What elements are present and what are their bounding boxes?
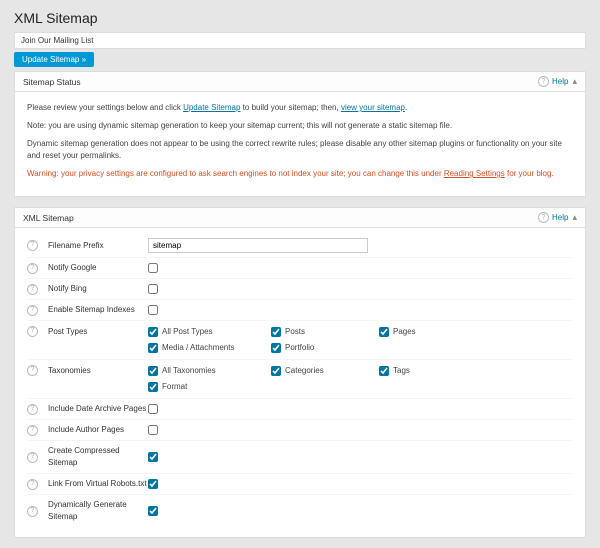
row-compressed: ? Create Compressed Sitemap xyxy=(27,441,573,474)
taxonomy-item: Tags xyxy=(379,365,479,377)
form-panel-body: ? Filename Prefix ? Notify Google ? Noti… xyxy=(14,228,586,538)
help-icon[interactable]: ? xyxy=(27,479,38,490)
taxonomy-checkbox-1[interactable] xyxy=(271,366,281,376)
mailing-list-notice[interactable]: Join Our Mailing List xyxy=(14,32,586,49)
help-icon[interactable]: ? xyxy=(27,425,38,436)
post-type-label: Pages xyxy=(393,326,416,338)
post-type-label: Media / Attachments xyxy=(162,342,234,354)
post-type-item: Pages xyxy=(379,326,479,338)
status-warning: Warning: your privacy settings are confi… xyxy=(27,168,573,180)
post-type-checkbox-0[interactable] xyxy=(148,327,158,337)
row-enable-indexes: ? Enable Sitemap Indexes xyxy=(27,300,573,321)
post-type-checkbox-2[interactable] xyxy=(379,327,389,337)
taxonomy-item: All Taxonomies xyxy=(148,365,263,377)
status-text-3: Dynamic sitemap generation does not appe… xyxy=(27,138,573,162)
taxonomy-checkbox-3[interactable] xyxy=(148,382,158,392)
reading-settings-link[interactable]: Reading Settings xyxy=(444,169,505,178)
row-notify-google: ? Notify Google xyxy=(27,258,573,279)
compressed-checkbox[interactable] xyxy=(148,452,158,462)
taxonomy-checkbox-2[interactable] xyxy=(379,366,389,376)
help-icon[interactable]: ? xyxy=(27,365,38,376)
taxonomy-label: Tags xyxy=(393,365,410,377)
help-icon[interactable]: ? xyxy=(27,404,38,415)
include-date-checkbox[interactable] xyxy=(148,404,158,414)
status-text-2: Note: you are using dynamic sitemap gene… xyxy=(27,120,573,132)
help-icon[interactable]: ? xyxy=(27,263,38,274)
notify-google-checkbox[interactable] xyxy=(148,263,158,273)
update-sitemap-button[interactable]: Update Sitemap » xyxy=(14,52,94,67)
taxonomy-item: Format xyxy=(148,381,263,393)
enable-indexes-checkbox[interactable] xyxy=(148,305,158,315)
post-type-label: Posts xyxy=(285,326,305,338)
post-type-label: All Post Types xyxy=(162,326,213,338)
post-type-checkbox-1[interactable] xyxy=(271,327,281,337)
row-include-date: ? Include Date Archive Pages xyxy=(27,399,573,420)
row-include-author: ? Include Author Pages xyxy=(27,420,573,441)
help-icon[interactable]: ? xyxy=(27,506,38,517)
update-sitemap-link[interactable]: Update Sitemap xyxy=(183,103,240,112)
collapse-icon[interactable]: ▴ xyxy=(572,76,577,87)
form-panel-header: XML Sitemap ?Help ▴ xyxy=(14,207,586,228)
post-type-item: All Post Types xyxy=(148,326,263,338)
include-author-checkbox[interactable] xyxy=(148,425,158,435)
collapse-icon[interactable]: ▴ xyxy=(572,212,577,223)
help-icon: ? xyxy=(538,212,549,223)
status-text-1: Please review your settings below and cl… xyxy=(27,102,573,114)
help-icon: ? xyxy=(538,76,549,87)
help-icon[interactable]: ? xyxy=(27,284,38,295)
row-post-types: ? Post Types All Post TypesPostsPagesMed… xyxy=(27,321,573,360)
post-type-item: Posts xyxy=(271,326,371,338)
taxonomy-label: Format xyxy=(162,381,187,393)
help-icon[interactable]: ? xyxy=(27,305,38,316)
help-icon[interactable]: ? xyxy=(27,326,38,337)
status-panel-header: Sitemap Status ?Help ▴ xyxy=(14,71,586,92)
help-icon[interactable]: ? xyxy=(27,240,38,251)
page-title: XML Sitemap xyxy=(14,10,586,26)
row-taxonomies: ? Taxonomies All TaxonomiesCategoriesTag… xyxy=(27,360,573,399)
status-help-link[interactable]: ?Help xyxy=(538,76,568,87)
row-robots: ? Link From Virtual Robots.txt xyxy=(27,474,573,495)
taxonomy-label: Categories xyxy=(285,365,324,377)
post-type-label: Portfolio xyxy=(285,342,314,354)
form-help-link[interactable]: ?Help xyxy=(538,212,568,223)
row-filename-prefix: ? Filename Prefix xyxy=(27,234,573,258)
post-type-item: Portfolio xyxy=(271,342,371,354)
post-type-item: Media / Attachments xyxy=(148,342,263,354)
status-panel-title: Sitemap Status xyxy=(23,77,81,87)
taxonomy-checkbox-0[interactable] xyxy=(148,366,158,376)
post-type-checkbox-4[interactable] xyxy=(271,343,281,353)
help-icon[interactable]: ? xyxy=(27,452,38,463)
form-panel-title: XML Sitemap xyxy=(23,213,74,223)
filename-prefix-input[interactable] xyxy=(148,238,368,253)
row-notify-bing: ? Notify Bing xyxy=(27,279,573,300)
taxonomy-label: All Taxonomies xyxy=(162,365,216,377)
notify-bing-checkbox[interactable] xyxy=(148,284,158,294)
view-sitemap-link[interactable]: view your sitemap xyxy=(341,103,405,112)
robots-checkbox[interactable] xyxy=(148,479,158,489)
taxonomy-item: Categories xyxy=(271,365,371,377)
post-type-checkbox-3[interactable] xyxy=(148,343,158,353)
status-panel-body: Please review your settings below and cl… xyxy=(14,92,586,197)
dynamic-checkbox[interactable] xyxy=(148,506,158,516)
